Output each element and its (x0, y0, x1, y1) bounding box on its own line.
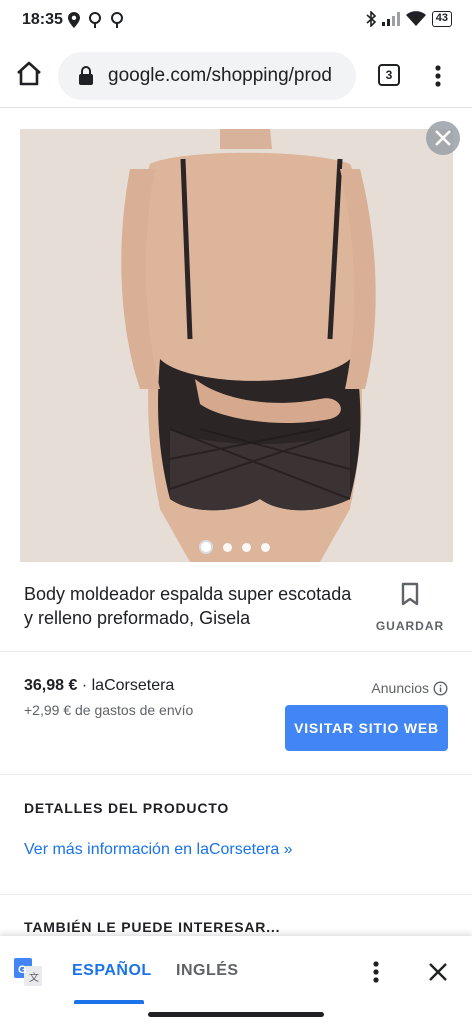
bluetooth-icon (366, 11, 376, 27)
translate-bar: G 文 ESPAÑOL INGLÉS (0, 936, 472, 1008)
related-products-heading: TAMBIÉN LE PUEDE INTERESAR... (24, 919, 281, 935)
seller-name[interactable]: · laCorsetera (77, 677, 174, 694)
google-translate-icon[interactable]: G 文 (14, 958, 42, 986)
divider (0, 651, 472, 652)
image-carousel-dots (199, 540, 270, 554)
save-label: GUARDAR (375, 619, 445, 633)
svg-text:文: 文 (29, 971, 39, 984)
translate-options-icon[interactable] (366, 960, 386, 984)
home-icon[interactable] (14, 59, 44, 89)
carousel-dot[interactable] (199, 540, 213, 554)
product-details-heading: DETALLES DEL PRODUCTO (24, 800, 230, 816)
carousel-dot[interactable] (261, 542, 270, 552)
gesture-handle[interactable] (148, 1012, 324, 1017)
close-icon (435, 130, 451, 146)
price-value: 36,98 € (24, 677, 78, 694)
price-line: 36,98 € · laCorsetera (24, 677, 174, 695)
location-icon (89, 12, 101, 28)
signal-icon (381, 12, 400, 26)
product-title: Body moldeador espalda super escotada y … (24, 584, 352, 628)
ads-text: Anuncios (371, 680, 429, 696)
location-icon (68, 12, 80, 28)
wifi-icon (405, 11, 426, 26)
bookmark-icon (401, 582, 419, 606)
divider (0, 894, 472, 895)
save-button[interactable]: GUARDAR (370, 582, 450, 633)
language-tab-spanish[interactable]: ESPAÑOL (72, 962, 152, 980)
system-nav-bar (0, 1008, 472, 1024)
info-icon (433, 680, 448, 696)
ads-label[interactable]: Anuncios (371, 680, 448, 696)
status-system-icons: 43 (366, 11, 452, 27)
visit-website-button[interactable]: VISITAR SITIO WEB (285, 705, 448, 751)
divider (0, 774, 472, 775)
more-info-link[interactable]: Ver más información en laCorsetera » (24, 841, 293, 859)
shipping-cost: +2,99 € de gastos de envío (24, 702, 194, 718)
lock-icon (79, 66, 93, 85)
status-notification-icons (68, 12, 124, 28)
product-image[interactable] (20, 129, 453, 562)
status-bar: 18:35 43 (0, 0, 472, 42)
tab-switcher-button[interactable]: 3 (378, 64, 400, 86)
carousel-dot[interactable] (223, 542, 232, 552)
url-text: google.com/shopping/prod (108, 65, 332, 86)
location-icon (111, 12, 123, 28)
more-options-icon[interactable] (428, 64, 448, 88)
close-image-button[interactable] (426, 121, 460, 155)
product-photo-illustration (20, 129, 453, 562)
address-bar[interactable]: google.com/shopping/prod (58, 52, 356, 100)
svg-text:G: G (18, 964, 27, 976)
close-icon[interactable] (426, 960, 450, 984)
battery-indicator: 43 (431, 11, 452, 27)
carousel-dot[interactable] (242, 542, 251, 552)
language-tab-english[interactable]: INGLÉS (176, 962, 239, 980)
status-time: 18:35 (22, 11, 63, 28)
selected-tab-indicator (74, 1000, 144, 1004)
browser-toolbar: google.com/shopping/prod 3 (0, 42, 472, 108)
